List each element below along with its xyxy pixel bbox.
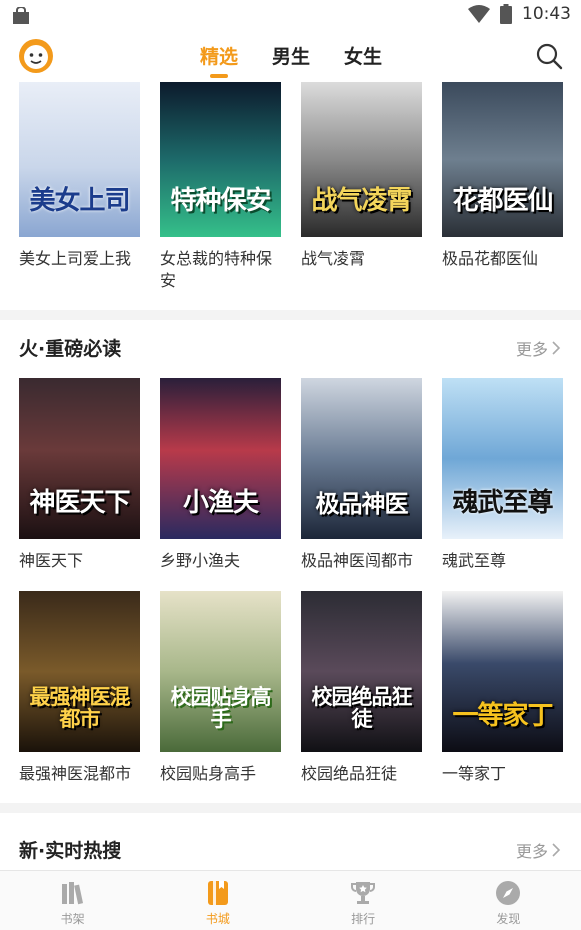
book-cover: 花都医仙 <box>442 82 563 237</box>
book-cover: 特种保安 <box>160 82 281 237</box>
bottom-tab-label: 发现 <box>496 912 521 926</box>
trophy-icon <box>351 882 376 904</box>
section-divider <box>0 310 581 320</box>
book-title: 最强神医混都市 <box>19 764 132 783</box>
bottom-tab-label: 排行 <box>351 912 376 926</box>
hot-book-row-2: 最强神医混都市 最强神医混都市 校园贴身高手 校园贴身高手 校园绝品狂徒 校园绝… <box>19 591 563 785</box>
bookshelf-icon <box>61 882 83 905</box>
book-card[interactable]: 校园绝品狂徒 校园绝品狂徒 <box>301 591 422 785</box>
book-card[interactable]: 战气凌霄 战气凌霄 <box>301 82 422 292</box>
book-title: 一等家丁 <box>442 764 507 783</box>
section-header-hot: 火·重磅必读 更多 <box>0 326 581 366</box>
book-cover: 神医天下 <box>19 378 140 539</box>
book-cover: 小渔夫 <box>160 378 281 539</box>
book-title: 乡野小渔夫 <box>160 551 241 570</box>
active-tab-indicator <box>210 74 228 78</box>
wifi-icon <box>468 5 490 23</box>
section-title: 新·实时热搜 <box>19 840 122 862</box>
section-divider <box>0 803 581 813</box>
tab-male[interactable]: 男生 <box>272 42 310 76</box>
book-card[interactable]: 小渔夫 乡野小渔夫 <box>160 378 281 572</box>
book-title: 极品花都医仙 <box>442 249 539 268</box>
more-link[interactable]: 更多 <box>516 336 561 360</box>
book-card[interactable]: 神医天下 神医天下 <box>19 378 140 572</box>
status-bar: 10:43 <box>0 0 581 32</box>
book-card[interactable]: 最强神医混都市 最强神医混都市 <box>19 591 140 785</box>
bottom-tab-bookshelf[interactable]: 书架 <box>0 871 145 930</box>
section-title: 火·重磅必读 <box>19 338 122 360</box>
book-card[interactable]: 魂武至尊 魂武至尊 <box>442 378 563 572</box>
book-cover: 校园绝品狂徒 <box>301 591 422 752</box>
book-title: 女总裁的特种保安 <box>160 249 273 290</box>
book-title: 战气凌霄 <box>301 249 366 268</box>
avatar[interactable] <box>18 38 54 74</box>
book-card[interactable]: 特种保安 女总裁的特种保安 <box>160 82 281 292</box>
category-tabs: 精选 男生 女生 <box>200 42 382 78</box>
book-title: 校园绝品狂徒 <box>301 764 398 783</box>
tab-female[interactable]: 女生 <box>344 42 382 76</box>
battery-icon <box>500 4 512 24</box>
book-cover: 一等家丁 <box>442 591 563 752</box>
chevron-right-icon <box>552 341 561 355</box>
status-time: 10:43 <box>522 4 571 24</box>
hot-book-row-1: 神医天下 神医天下 小渔夫 乡野小渔夫 极品神医 极品神医闯都市 魂武至尊 魂武… <box>19 378 563 572</box>
book-cover: 战气凌霄 <box>301 82 422 237</box>
bottom-tab-discover[interactable]: 发现 <box>436 871 581 930</box>
book-card[interactable]: 花都医仙 极品花都医仙 <box>442 82 563 292</box>
book-title: 美女上司爱上我 <box>19 249 132 268</box>
book-card[interactable]: 一等家丁 一等家丁 <box>442 591 563 785</box>
book-card[interactable]: 极品神医 极品神医闯都市 <box>301 378 422 572</box>
tab-featured[interactable]: 精选 <box>200 42 238 78</box>
more-link[interactable]: 更多 <box>516 838 561 862</box>
featured-book-row: 美女上司 美女上司爱上我 特种保安 女总裁的特种保安 战气凌霄 战气凌霄 花都医… <box>19 82 563 292</box>
bottom-tab-bookstore[interactable]: 书城 <box>145 871 290 930</box>
book-title: 神医天下 <box>19 551 84 570</box>
book-cover: 极品神医 <box>301 378 422 539</box>
book-card[interactable]: 校园贴身高手 校园贴身高手 <box>160 591 281 785</box>
book-cover: 校园贴身高手 <box>160 591 281 752</box>
book-title: 极品神医闯都市 <box>301 551 414 570</box>
book-cover: 美女上司 <box>19 82 140 237</box>
chevron-right-icon <box>552 843 561 857</box>
bottom-tab-bar: 书架 书城 排行 发现 <box>0 870 581 930</box>
shopping-bag-icon <box>13 7 29 24</box>
search-icon[interactable] <box>535 42 563 70</box>
top-nav: 精选 男生 女生 <box>0 32 581 82</box>
bottom-tab-label: 书架 <box>60 912 85 926</box>
book-card[interactable]: 美女上司 美女上司爱上我 <box>19 82 140 292</box>
section-header-new: 新·实时热搜 更多 <box>0 828 581 868</box>
book-cover: 最强神医混都市 <box>19 591 140 752</box>
compass-icon <box>496 881 521 905</box>
bottom-tab-ranking[interactable]: 排行 <box>291 871 436 930</box>
book-cover: 魂武至尊 <box>442 378 563 539</box>
book-title: 魂武至尊 <box>442 551 507 570</box>
bookstore-icon <box>207 881 228 905</box>
bottom-tab-label: 书城 <box>205 912 230 926</box>
book-title: 校园贴身高手 <box>160 764 257 783</box>
